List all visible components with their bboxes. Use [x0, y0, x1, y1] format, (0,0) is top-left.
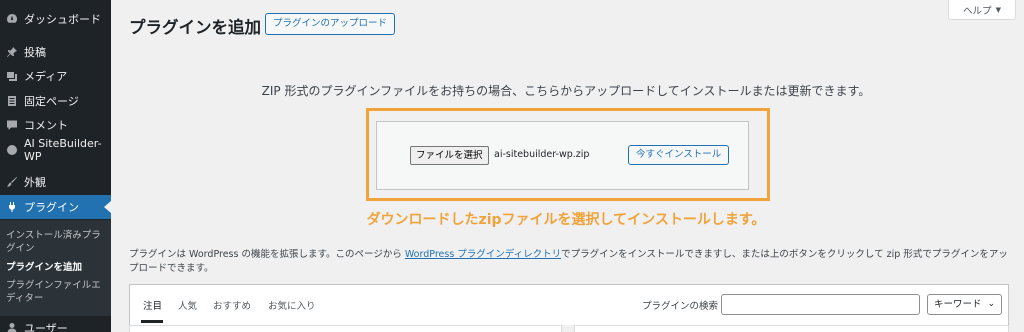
sidebar-item-label: AI SiteBuilder-WP: [24, 137, 102, 163]
admin-sidebar: ダッシュボード 投稿 メディア 固定ページ コメント AI SiteBuilde…: [0, 0, 111, 332]
dashboard-icon: [6, 13, 18, 25]
help-button[interactable]: ヘルプ ▼: [948, 0, 1016, 20]
tab-featured[interactable]: 注目: [143, 298, 162, 312]
submenu-item-add-plugin[interactable]: プラグインを追加: [6, 261, 108, 274]
sidebar-item-posts[interactable]: 投稿: [0, 40, 111, 64]
plugin-card: [574, 325, 1009, 332]
selected-file-name: ai-sitebuilder-wp.zip: [494, 149, 590, 160]
install-now-button[interactable]: 今すぐインストール: [628, 145, 730, 165]
sidebar-item-users[interactable]: ユーザー: [0, 316, 111, 332]
plugin-logo-icon: [6, 144, 18, 156]
annotation-text: ダウンロードしたzipファイルを選択してインストールします。: [366, 212, 766, 228]
comment-icon: [6, 119, 18, 131]
plugin-directory-link[interactable]: WordPress プラグインディレクトリ: [405, 249, 561, 260]
user-icon: [6, 322, 18, 332]
intro-text: プラグインは WordPress の機能を拡張します。このページから WordP…: [129, 248, 1009, 276]
search-type-select[interactable]: キーワード ⌄: [927, 294, 1002, 315]
help-label: ヘルプ: [963, 5, 992, 17]
sidebar-item-dashboard[interactable]: ダッシュボード: [0, 7, 111, 31]
sidebar-item-comments[interactable]: コメント: [0, 113, 111, 137]
sidebar-item-ai-sitebuilder[interactable]: AI SiteBuilder-WP: [0, 137, 111, 163]
tab-popular[interactable]: 人気: [178, 298, 197, 312]
search-type-value: キーワード: [934, 299, 982, 310]
plugin-search-label: プラグインの検索: [642, 301, 719, 312]
sidebar-item-label: コメント: [24, 119, 68, 132]
chevron-down-icon: ⌄: [987, 299, 995, 309]
submenu-item-installed-plugins[interactable]: インストール済みプラグイン: [6, 229, 108, 255]
sidebar-item-label: ユーザー: [24, 322, 68, 332]
sidebar-item-label: 投稿: [24, 46, 46, 59]
plugin-card: [129, 325, 562, 332]
plugin-search-input[interactable]: [721, 294, 920, 315]
intro-text-before: プラグインは WordPress の機能を拡張します。このページから: [129, 249, 405, 260]
active-tab-indicator: [141, 320, 163, 323]
sidebar-item-label: ダッシュボード: [24, 13, 101, 26]
submenu-item-plugin-editor[interactable]: プラグインファイルエディター: [6, 279, 108, 305]
pin-icon: [6, 46, 18, 58]
page-title: プラグインを追加: [129, 18, 261, 37]
caret-down-icon: ▼: [995, 5, 1001, 14]
plugins-submenu: インストール済みプラグイン プラグインを追加 プラグインファイルエディター: [0, 220, 111, 316]
tab-favorites[interactable]: お気に入り: [268, 298, 316, 312]
sidebar-item-label: 外観: [24, 176, 46, 189]
tab-recommended[interactable]: おすすめ: [213, 298, 251, 312]
choose-file-button[interactable]: ファイルを選択: [410, 146, 489, 165]
brush-icon: [6, 176, 18, 188]
media-icon: [6, 70, 18, 82]
upload-plugin-button[interactable]: プラグインのアップロード: [265, 13, 396, 35]
sidebar-item-appearance[interactable]: 外観: [0, 170, 111, 194]
upload-description: ZIP 形式のプラグインファイルをお持ちの場合、こちらからアップロードしてインス…: [261, 84, 871, 98]
